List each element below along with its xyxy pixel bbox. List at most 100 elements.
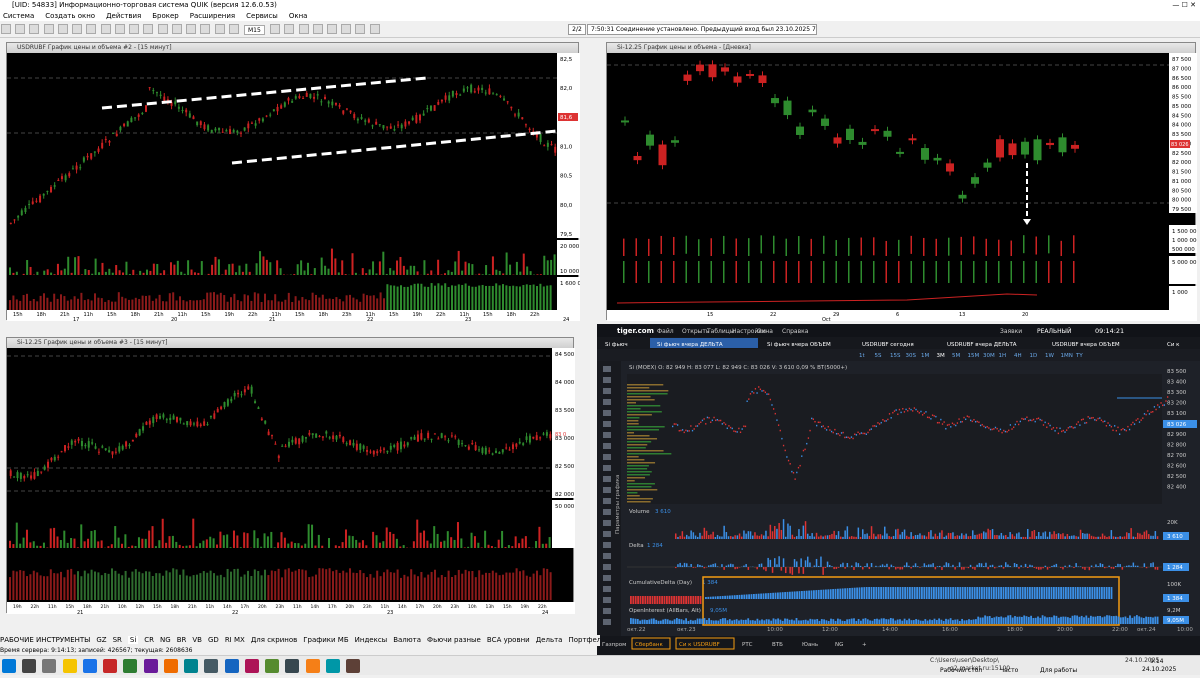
menu-item[interactable]: Система <box>3 12 34 20</box>
desktop-link[interactable]: Часто <box>1000 667 1018 674</box>
app-icon[interactable] <box>144 659 158 673</box>
toolbar-button[interactable] <box>327 24 337 34</box>
app-icon[interactable] <box>326 659 340 673</box>
search-icon[interactable] <box>22 659 36 673</box>
toolbar-button[interactable] <box>299 24 309 34</box>
toolbar-button[interactable] <box>101 24 111 34</box>
workspace-tab[interactable]: Si <box>128 636 138 644</box>
toolbar-button[interactable] <box>1 24 11 34</box>
menu-item[interactable]: Окна <box>289 12 308 20</box>
menu-item[interactable]: Расширения <box>190 12 235 20</box>
workspace-tab[interactable]: GZ <box>96 636 106 644</box>
toolbar-button[interactable] <box>15 24 25 34</box>
toolbar-button[interactable] <box>313 24 323 34</box>
taskview-icon[interactable] <box>42 659 56 673</box>
workspace-tab[interactable]: Дельта <box>536 636 563 644</box>
toolbar-button[interactable] <box>200 24 210 34</box>
app-icon[interactable] <box>285 659 299 673</box>
delta-bar <box>853 567 855 570</box>
toolbar-button[interactable] <box>115 24 125 34</box>
toolbar-button[interactable] <box>86 24 96 34</box>
workspace-tab[interactable]: РАБОЧИЕ ИНСТРУМЕНТЫ <box>0 636 90 644</box>
clock-time[interactable]: 9:14 <box>1150 658 1163 665</box>
tiger-chart[interactable]: tiger.comФайлОткрытьТаблицыНастройкиОкна… <box>597 324 1200 655</box>
cumdelta-neg-bar <box>649 596 651 604</box>
oi-bar <box>244 294 246 310</box>
toolbar-button[interactable] <box>29 24 39 34</box>
edge-icon[interactable] <box>83 659 97 673</box>
workspace-tab[interactable]: Валюта <box>393 636 421 644</box>
workspace-tab[interactable]: CR <box>144 636 154 644</box>
usdrubf-chart[interactable]: 82,582,081,581,080,580,079,581,620 00010… <box>7 53 580 321</box>
cumdelta-bar <box>902 587 904 599</box>
workspace-tab[interactable]: Графики МБ <box>303 636 348 644</box>
candle-body <box>509 449 511 450</box>
tiger-volume-bar <box>972 530 974 539</box>
desktop-link[interactable]: Для работы <box>1040 667 1077 674</box>
desktop-link[interactable]: Рабочий стол <box>940 667 982 674</box>
tiger-last-price: 83 026 <box>1167 422 1187 428</box>
oi-bar <box>128 300 130 310</box>
menu-item[interactable]: Сервисы <box>246 12 278 20</box>
toolbar-button[interactable] <box>72 24 82 34</box>
toolbar-button[interactable] <box>186 24 196 34</box>
app-icon[interactable] <box>164 659 178 673</box>
toolbar-button[interactable] <box>341 24 351 34</box>
app-icon[interactable] <box>245 659 259 673</box>
app-icon[interactable] <box>204 659 218 673</box>
volume-bar <box>257 538 259 548</box>
app-icon[interactable] <box>265 659 279 673</box>
workspace-tab[interactable]: ВСА уровни <box>487 636 530 644</box>
oi-bar <box>247 295 249 310</box>
tiger-bottom-tab: РТС <box>742 642 753 648</box>
explorer-icon[interactable] <box>63 659 77 673</box>
si-daily-chart[interactable]: 87 50087 00086 50086 00085 50085 00084 5… <box>607 53 1197 321</box>
menu-item[interactable]: Создать окно <box>45 12 95 20</box>
workspace-tab[interactable]: Портфель ФОРТС <box>568 636 600 644</box>
workspace-tab[interactable]: RI MX <box>225 636 245 644</box>
toolbar-button[interactable] <box>370 24 380 34</box>
toolbar-button[interactable] <box>58 24 68 34</box>
price-tick-dot <box>1112 430 1113 432</box>
workspace-tab[interactable]: Для скринов <box>251 636 297 644</box>
app-icon[interactable] <box>306 659 320 673</box>
toolbar-button[interactable] <box>172 24 182 34</box>
oi-bar <box>777 618 779 624</box>
toolbar-button[interactable] <box>215 24 225 34</box>
volume-profile-bar <box>627 477 645 479</box>
workspace-tab[interactable]: Фьючи разные <box>427 636 481 644</box>
price-tick-dot <box>935 416 936 418</box>
workspace-tab[interactable]: NG <box>160 636 171 644</box>
clock-date[interactable]: 24.10.2025 <box>1142 666 1176 673</box>
app-icon[interactable] <box>103 659 117 673</box>
candle-body <box>122 446 124 450</box>
app-icon[interactable] <box>225 659 239 673</box>
drawing-tool-icon <box>603 421 611 427</box>
menu-item[interactable]: Действия <box>106 12 141 20</box>
si-15m-chart[interactable]: 84 50084 00083 50083 00082 50082 00083 0… <box>7 348 575 614</box>
toolbar-button[interactable] <box>158 24 168 34</box>
toolbar-button[interactable] <box>143 24 153 34</box>
workspace-tab[interactable]: Индексы <box>355 636 388 644</box>
toolbar-button[interactable] <box>229 24 239 34</box>
delta-bar <box>917 566 919 567</box>
cumdelta-neg-bar <box>668 596 670 604</box>
x-tick: 23h <box>276 604 285 610</box>
toolbar-button[interactable] <box>44 24 54 34</box>
window-controls[interactable]: — ☐ ✕ <box>1172 0 1196 11</box>
price-tick-dot <box>811 418 812 420</box>
app-icon[interactable] <box>123 659 137 673</box>
menu-item[interactable]: Брокер <box>152 12 179 20</box>
app-icon[interactable] <box>346 659 360 673</box>
app-icon[interactable] <box>184 659 198 673</box>
toolbar-button[interactable] <box>270 24 280 34</box>
toolbar-button[interactable] <box>129 24 139 34</box>
workspace-tab[interactable]: BR <box>177 636 187 644</box>
interval-select[interactable]: M15 <box>244 25 265 35</box>
toolbar-button[interactable] <box>284 24 294 34</box>
workspace-tab[interactable]: SR <box>113 636 122 644</box>
toolbar-button[interactable] <box>355 24 365 34</box>
start-icon[interactable] <box>2 659 16 673</box>
workspace-tab[interactable]: GD <box>208 636 219 644</box>
workspace-tab[interactable]: VB <box>192 636 202 644</box>
